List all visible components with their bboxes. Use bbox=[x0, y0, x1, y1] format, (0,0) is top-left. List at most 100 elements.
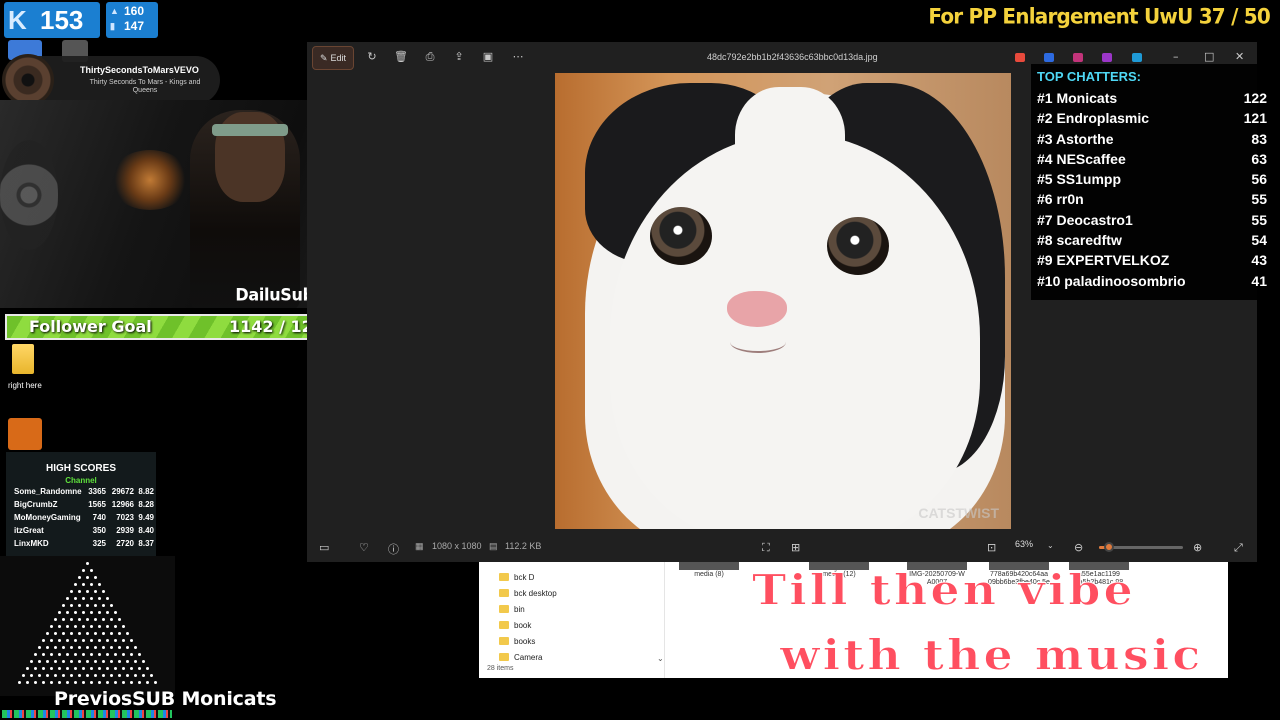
triangle-dot bbox=[94, 618, 97, 621]
minimize-icon[interactable]: – bbox=[1173, 51, 1179, 63]
triangle-dot bbox=[62, 632, 65, 635]
zoom-slider-knob[interactable] bbox=[1104, 542, 1115, 552]
triangle-dot bbox=[54, 618, 57, 621]
triangle-dot bbox=[118, 660, 121, 663]
app-icon-blue[interactable] bbox=[1044, 53, 1054, 62]
zoom-slider[interactable] bbox=[1099, 542, 1183, 552]
triangle-dot bbox=[38, 646, 41, 649]
zoom-out-icon[interactable]: ⊖ bbox=[1074, 541, 1083, 554]
info-icon[interactable]: ⓘ bbox=[388, 541, 399, 557]
triangle-dot bbox=[66, 611, 69, 614]
triangle-dot bbox=[78, 604, 81, 607]
app-icon-purple[interactable] bbox=[1102, 53, 1112, 62]
triangle-dot bbox=[134, 646, 137, 649]
triangle-dot bbox=[70, 674, 73, 677]
triangle-dot bbox=[50, 667, 53, 670]
triangle-dot bbox=[102, 674, 105, 677]
triangle-dot bbox=[66, 625, 69, 628]
score-cell-b: 29672 bbox=[111, 487, 134, 496]
fit-icon[interactable]: ⊡ bbox=[987, 541, 996, 554]
fullscreen-icon[interactable]: ⤢ bbox=[1234, 541, 1243, 555]
triangle-dot bbox=[86, 646, 89, 649]
text-extract-icon[interactable]: ⊞ bbox=[791, 541, 800, 554]
triangle-dot bbox=[98, 681, 101, 684]
triangle-dot bbox=[98, 653, 101, 656]
edit-button[interactable]: ✎ Edit bbox=[312, 46, 354, 70]
close-icon[interactable]: ✕ bbox=[1235, 51, 1244, 63]
nav-folder-label: books bbox=[514, 636, 536, 646]
desktop-icon-label[interactable]: right here bbox=[8, 381, 42, 390]
favorite-icon[interactable]: ♡ bbox=[359, 541, 369, 554]
triangle-dot bbox=[94, 660, 97, 663]
delete-icon[interactable]: 🗑 bbox=[394, 50, 408, 64]
chatter-count: 63 bbox=[1251, 150, 1267, 167]
chatter-row: #6 rr0n 55 bbox=[1037, 189, 1267, 209]
cat-eye-left bbox=[650, 207, 712, 265]
score-cell-c: 8.40 bbox=[138, 526, 154, 535]
filmstrip-icon[interactable]: ▭ bbox=[319, 541, 329, 554]
triangle-dot bbox=[134, 674, 137, 677]
nav-folder-item[interactable]: bck desktop bbox=[499, 585, 557, 601]
item-count: 28 items bbox=[487, 665, 514, 672]
print-icon[interactable]: ⎙ bbox=[423, 50, 437, 64]
nav-folder-item[interactable]: bck D bbox=[499, 569, 534, 585]
chatter-row: #4 NEScaffee 63 bbox=[1037, 149, 1267, 169]
triangle-dot bbox=[54, 674, 57, 677]
share-icon[interactable]: ⇪ bbox=[452, 50, 466, 64]
folder-icon[interactable] bbox=[12, 344, 34, 374]
maximize-icon[interactable]: □ bbox=[1204, 51, 1214, 63]
triangle-dot bbox=[74, 667, 77, 670]
chatter-row: #5 SS1umpp 56 bbox=[1037, 169, 1267, 189]
visual-search-icon[interactable]: ⛶ bbox=[762, 541, 770, 555]
zoom-level[interactable]: 63% bbox=[1015, 539, 1033, 549]
image-dimensions: 1080 x 1080 bbox=[432, 541, 482, 551]
triangle-dot bbox=[54, 646, 57, 649]
triangle-dot bbox=[94, 590, 97, 593]
triangle-dot bbox=[90, 625, 93, 628]
cat-photo: CATSTWIST bbox=[555, 73, 1011, 529]
edit-label: Edit bbox=[330, 53, 347, 63]
thumbnail-label[interactable]: media (8) bbox=[674, 571, 744, 579]
thumbnail-image[interactable] bbox=[679, 562, 739, 570]
triangle-dot bbox=[18, 681, 21, 684]
nav-folder-item[interactable]: bin bbox=[499, 601, 525, 617]
triangle-dot bbox=[82, 639, 85, 642]
more-icon[interactable]: ⋯ bbox=[511, 50, 525, 64]
triangle-dot bbox=[42, 653, 45, 656]
triangle-dot bbox=[66, 653, 69, 656]
score-cell-b: 2939 bbox=[116, 526, 134, 535]
triangle-dot bbox=[122, 625, 125, 628]
triangle-dot bbox=[102, 660, 105, 663]
nav-folder-item[interactable]: book bbox=[499, 617, 531, 633]
chevron-down-icon[interactable]: ⌄ bbox=[1047, 541, 1054, 550]
scroll-down-icon[interactable]: ⌄ bbox=[657, 654, 664, 663]
nav-folder-item[interactable]: books bbox=[499, 633, 535, 649]
app-icon-pink[interactable] bbox=[1073, 53, 1083, 62]
album-disc-icon bbox=[2, 54, 54, 106]
folder-icon bbox=[499, 605, 509, 613]
score-cell-c: 8.37 bbox=[138, 539, 154, 548]
kick-logo-icon: K bbox=[8, 5, 27, 35]
slideshow-icon[interactable]: ▣ bbox=[481, 50, 495, 64]
app-shortcut-icon[interactable] bbox=[8, 418, 42, 450]
edit-icon: ✎ bbox=[319, 52, 328, 63]
triangle-dot bbox=[118, 632, 121, 635]
high-scores-panel: HIGH SCORES Channel Some_Randomne 3365 296… bbox=[6, 452, 156, 556]
chatter-name: #2 Endroplasmic bbox=[1037, 108, 1237, 128]
triangle-dot bbox=[122, 667, 125, 670]
onedrive-icon[interactable] bbox=[1132, 53, 1142, 62]
image-filesize: 112.2 KB bbox=[505, 541, 542, 551]
chatter-rank: #7 bbox=[1037, 211, 1053, 228]
copilot-icon[interactable] bbox=[1015, 53, 1025, 62]
nav-folder-item[interactable]: Camera bbox=[499, 649, 542, 665]
rotate-icon[interactable]: ↻ bbox=[365, 50, 379, 64]
triangle-dot bbox=[66, 667, 69, 670]
kick-viewer-badge: K 153 bbox=[4, 2, 100, 38]
zoom-in-icon[interactable]: ⊕ bbox=[1193, 541, 1202, 554]
triangle-dot bbox=[138, 653, 141, 656]
triangle-dot bbox=[58, 681, 61, 684]
chatter-username: NEScaffee bbox=[1056, 150, 1126, 167]
triangle-dot bbox=[74, 583, 77, 586]
high-scores-subtitle: Channel bbox=[65, 476, 97, 485]
triangle-dot bbox=[86, 674, 89, 677]
